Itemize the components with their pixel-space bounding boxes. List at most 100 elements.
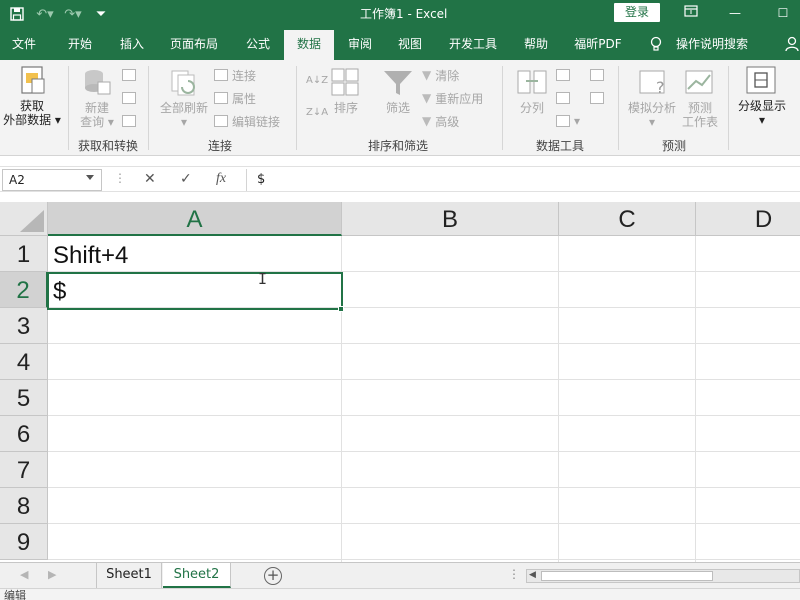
- advanced-filter-button[interactable]: ▼ 高级: [422, 113, 459, 129]
- from-table-icon[interactable]: [122, 90, 136, 106]
- reapply-label: 重新应用: [435, 91, 484, 106]
- tab-file[interactable]: 文件: [4, 28, 44, 60]
- tell-me-search[interactable]: 操作说明搜索: [672, 28, 752, 60]
- new-query-button[interactable]: 新建 查询 ▾: [74, 101, 120, 129]
- tab-home[interactable]: 开始: [58, 28, 102, 60]
- column-header-d[interactable]: D: [696, 202, 800, 236]
- undo-icon[interactable]: ↶▾: [36, 5, 54, 23]
- row-header-6[interactable]: 6: [0, 416, 48, 452]
- tab-split-grip-icon[interactable]: ⋮: [508, 567, 520, 581]
- reapply-button[interactable]: ▼ 重新应用: [422, 90, 483, 106]
- customize-qat-icon[interactable]: ⏷: [92, 5, 110, 23]
- ribbon-display-options-icon[interactable]: [676, 3, 706, 23]
- sort-a-to-z-button[interactable]: A↓Z: [306, 72, 328, 88]
- lightbulb-icon: [650, 36, 662, 51]
- restore-icon[interactable]: ☐: [768, 3, 798, 23]
- row-header-3[interactable]: 3: [0, 308, 48, 344]
- row-header-9[interactable]: 9: [0, 524, 48, 560]
- column-header-a[interactable]: A: [48, 202, 342, 236]
- edit-links-label: 编辑链接: [232, 114, 281, 129]
- insert-function-icon[interactable]: fx: [216, 171, 226, 187]
- fill-handle[interactable]: [338, 306, 344, 312]
- advanced-filter-icon: ▼: [422, 114, 432, 128]
- formula-input[interactable]: $: [246, 169, 798, 191]
- row-header-7[interactable]: 7: [0, 452, 48, 488]
- refresh-all-icon: [171, 70, 195, 96]
- row-header-5[interactable]: 5: [0, 380, 48, 416]
- horizontal-scrollbar[interactable]: ◀: [526, 569, 800, 583]
- formula-bar: A2 ⋮ ✕ ✓ fx $: [0, 166, 800, 192]
- name-box[interactable]: A2: [2, 169, 102, 191]
- sheet-tab-sheet2[interactable]: Sheet2: [163, 563, 231, 588]
- enter-entry-icon[interactable]: ✓: [180, 171, 192, 187]
- select-all-icon: [20, 210, 44, 232]
- login-button[interactable]: 登录: [614, 3, 660, 22]
- scroll-left-arrow-icon[interactable]: ◀: [529, 570, 536, 580]
- remove-duplicates-icon[interactable]: [556, 90, 570, 106]
- sort-icon: [331, 68, 359, 96]
- recent-sources-icon[interactable]: [122, 113, 136, 129]
- group-label-forecast: 预测: [662, 139, 687, 153]
- row-header-2[interactable]: 2: [0, 272, 48, 308]
- minimize-icon[interactable]: —: [720, 3, 750, 23]
- account-icon[interactable]: [784, 36, 800, 52]
- relationships-icon[interactable]: [590, 90, 604, 106]
- outline-button[interactable]: 分级显示 ▾: [732, 99, 792, 127]
- reapply-icon: ▼: [422, 91, 432, 105]
- what-if-label: 模拟分析: [627, 101, 676, 115]
- data-validation-icon[interactable]: ▾: [556, 113, 580, 129]
- tab-page-layout[interactable]: 页面布局: [162, 28, 226, 60]
- sort-button[interactable]: 排序: [330, 101, 362, 115]
- status-bar: 编辑: [0, 588, 800, 600]
- get-external-data-button[interactable]: 获取 外部数据 ▾: [0, 99, 64, 127]
- row-header-4[interactable]: 4: [0, 344, 48, 380]
- ribbon-tabs: 文件 开始 插入 页面布局 公式 数据 审阅 视图 开发工具 帮助 福昕PDF …: [0, 28, 800, 60]
- tab-developer[interactable]: 开发工具: [442, 28, 504, 60]
- cancel-entry-icon[interactable]: ✕: [144, 171, 156, 187]
- clear-filter-icon: ▼: [422, 68, 432, 82]
- connections-label: 连接: [232, 68, 257, 83]
- show-queries-icon[interactable]: [122, 67, 136, 83]
- sheet-scroll-left-icon[interactable]: ◀: [20, 568, 28, 581]
- forecast-sheet-icon: [685, 70, 713, 94]
- select-all-button[interactable]: [0, 202, 48, 236]
- tab-view[interactable]: 视图: [388, 28, 432, 60]
- save-icon[interactable]: [8, 5, 26, 23]
- what-if-analysis-button[interactable]: 模拟分析 ▾: [624, 101, 680, 129]
- properties-button[interactable]: 属性: [214, 90, 256, 106]
- advanced-label: 高级: [435, 114, 460, 129]
- sheet-tab-sheet1[interactable]: Sheet1: [96, 563, 162, 588]
- forecast-sheet-button[interactable]: 预测 工作表: [680, 101, 720, 129]
- outline-dropdown: ▾: [758, 113, 766, 127]
- horizontal-scroll-thumb[interactable]: [541, 571, 713, 581]
- row-header-1[interactable]: 1: [0, 236, 48, 272]
- cell-a1[interactable]: Shift+4: [53, 242, 128, 270]
- tab-data[interactable]: 数据: [284, 30, 334, 60]
- tab-review[interactable]: 审阅: [338, 28, 382, 60]
- filter-button[interactable]: 筛选: [378, 101, 418, 115]
- active-cell-border: [47, 272, 343, 310]
- new-query-icon: [85, 70, 111, 95]
- consolidate-icon[interactable]: [590, 67, 604, 83]
- text-to-columns-button[interactable]: 分列: [514, 101, 550, 115]
- row-header-8[interactable]: 8: [0, 488, 48, 524]
- edit-links-button[interactable]: 编辑链接: [214, 113, 280, 129]
- redo-icon[interactable]: ↷▾: [64, 5, 82, 23]
- refresh-all-button[interactable]: 全部刷新 ▾: [156, 101, 212, 129]
- what-if-analysis-icon: ?: [639, 70, 665, 97]
- flash-fill-icon[interactable]: [556, 67, 570, 83]
- tab-insert[interactable]: 插入: [110, 28, 154, 60]
- sort-z-to-a-button[interactable]: Z↓A: [306, 104, 328, 120]
- tab-formulas[interactable]: 公式: [236, 28, 280, 60]
- tab-help[interactable]: 帮助: [514, 28, 558, 60]
- clear-button[interactable]: ▼ 清除: [422, 67, 459, 83]
- add-sheet-icon[interactable]: +: [264, 567, 282, 585]
- sheet-scroll-right-icon[interactable]: ▶: [48, 568, 56, 581]
- tab-foxit-pdf[interactable]: 福昕PDF: [568, 28, 628, 60]
- group-label-sort-filter: 排序和筛选: [368, 139, 429, 153]
- column-header-b[interactable]: B: [342, 202, 559, 236]
- name-box-dropdown-icon[interactable]: [86, 175, 94, 180]
- connections-button[interactable]: 连接: [214, 67, 256, 83]
- spreadsheet-grid: A B C D 1 2 3 4 5 6 7 8 9 Shift+4 $ I: [0, 202, 800, 562]
- column-header-c[interactable]: C: [559, 202, 696, 236]
